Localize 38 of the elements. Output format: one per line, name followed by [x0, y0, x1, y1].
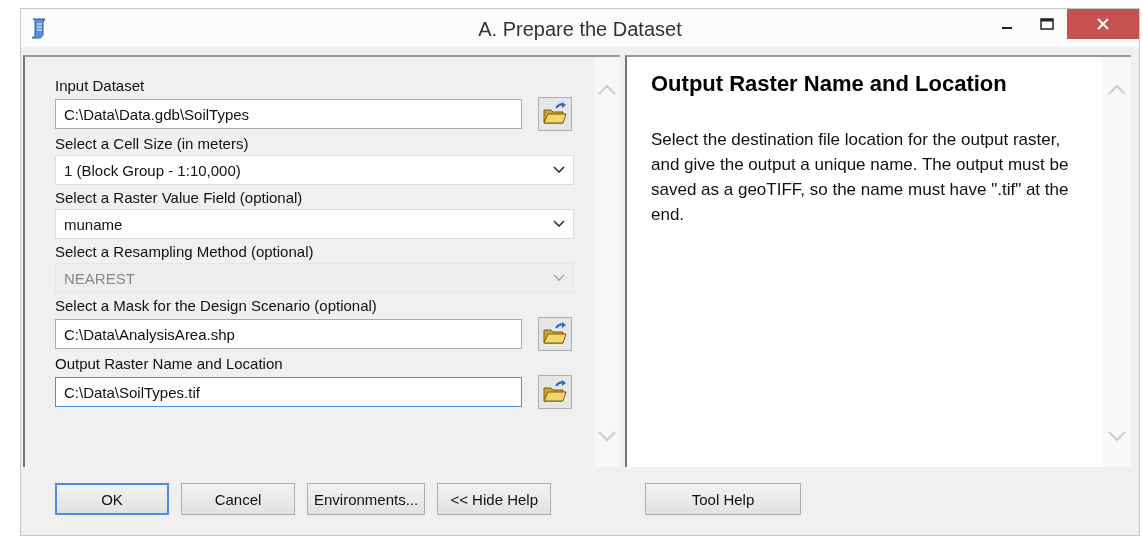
parameter-label: Select a Cell Size (in meters): [55, 135, 250, 152]
dialog-button[interactable]: Cancel: [181, 483, 295, 515]
window-title: A. Prepare the Dataset: [478, 18, 682, 41]
folder-icon: [542, 322, 568, 346]
parameter-label: Output Raster Name and Location: [55, 355, 284, 372]
maximize-icon: [1040, 18, 1054, 30]
browse-button[interactable]: [538, 375, 572, 409]
scrollbar[interactable]: [594, 57, 620, 467]
parameter-label: Select a Resampling Method (optional): [55, 243, 315, 260]
dialog-button[interactable]: << Hide Help: [437, 483, 552, 515]
chevron-down-icon: [553, 166, 565, 174]
path-field[interactable]: C:\Data\AnalysisArea.shp: [55, 319, 522, 349]
chevron-down-icon: [553, 274, 565, 282]
tool-help-button[interactable]: Tool Help: [645, 483, 801, 515]
help-text: Select the destination file location for the output raster, and give the output a unique name. The output must be saved as a geoTIFF, so the name must have ".tif" at the end.: [651, 129, 1070, 226]
help-title: Output Raster Name and Location: [651, 71, 1008, 97]
folder-icon: [542, 102, 568, 126]
chevron-down-icon: [553, 220, 565, 228]
minimize-icon: [1002, 27, 1012, 29]
parameter-label: Input Dataset: [55, 77, 146, 94]
dropdown[interactable]: muname: [55, 209, 574, 239]
dialog-button[interactable]: OK: [55, 483, 169, 515]
scroll-up-icon[interactable]: [1108, 85, 1126, 95]
close-icon: [1096, 17, 1110, 31]
browse-button[interactable]: [538, 317, 572, 351]
dialog-button[interactable]: Environments...: [307, 483, 426, 515]
path-field[interactable]: C:\Data\SoilTypes.tif: [55, 377, 522, 407]
dropdown[interactable]: 1 (Block Group - 1:10,000): [55, 155, 574, 185]
close-button[interactable]: [1067, 9, 1139, 39]
folder-icon: [542, 380, 568, 404]
scroll-down-icon[interactable]: [598, 431, 616, 441]
scroll-up-icon[interactable]: [598, 85, 616, 95]
scrollbar[interactable]: [1103, 57, 1131, 467]
parameter-label: Select a Mask for the Design Scenario (optional): [55, 297, 378, 314]
browse-button[interactable]: [538, 97, 572, 131]
path-field[interactable]: C:\Data\Data.gdb\SoilTypes: [55, 99, 522, 129]
scroll-down-icon[interactable]: [1108, 431, 1126, 441]
parameter-label: Select a Raster Value Field (optional): [55, 189, 304, 206]
